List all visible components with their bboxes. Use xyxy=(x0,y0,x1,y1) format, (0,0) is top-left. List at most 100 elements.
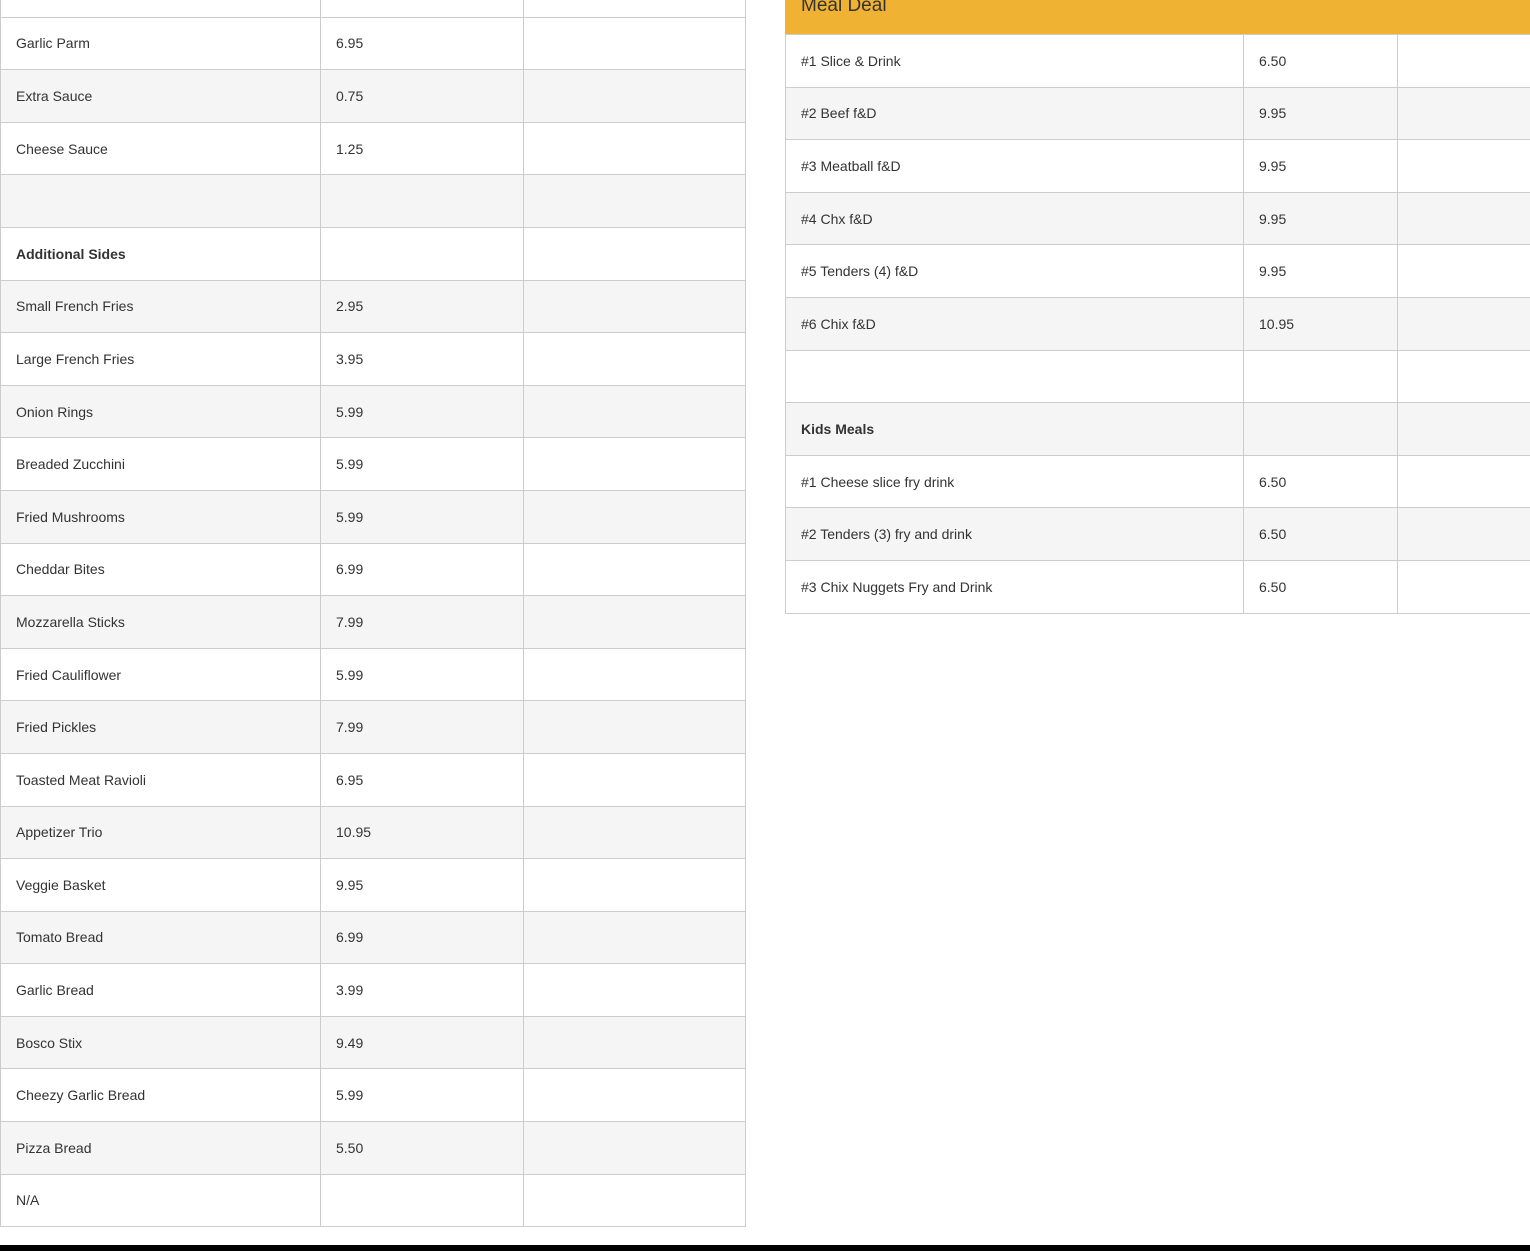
item-name-cell xyxy=(785,349,1244,404)
menu-item-row: Mozzarella Sticks 7.99 xyxy=(0,595,746,649)
item-price-cell: 5.99 xyxy=(320,384,524,439)
item-name-cell: #4 Chx f&D xyxy=(785,191,1244,246)
menu-item-row: Fried Pickles 7.99 xyxy=(0,700,746,754)
item-extra-cell xyxy=(523,1173,746,1228)
item-name-cell: Breaded Zucchini xyxy=(0,437,321,491)
item-price-cell: 0.75 xyxy=(320,69,524,123)
item-extra-cell xyxy=(523,332,746,386)
menu-item-row: #2 Beef f&D 9.95 xyxy=(785,86,1530,141)
menu-item-row: #5 Tenders (4) f&D 9.95 xyxy=(785,244,1530,298)
item-price-cell: 6.95 xyxy=(320,16,524,71)
item-name-cell: #1 Slice & Drink xyxy=(785,34,1244,88)
item-price-cell: 9.49 xyxy=(320,1015,524,1070)
item-extra-cell xyxy=(523,805,746,860)
menu-item-row xyxy=(0,174,746,228)
item-price-cell xyxy=(320,0,524,18)
item-name-cell: Onion Rings xyxy=(0,384,321,439)
item-price-cell: 7.99 xyxy=(320,700,524,754)
item-price-cell: 6.50 xyxy=(1243,559,1398,614)
item-extra-cell xyxy=(523,910,746,965)
item-price-cell: 10.95 xyxy=(1243,296,1398,351)
item-price-cell xyxy=(320,226,524,281)
item-extra-cell xyxy=(523,963,746,1017)
item-extra-cell xyxy=(1397,507,1530,561)
item-name-cell xyxy=(0,174,321,228)
item-price-cell: 3.95 xyxy=(320,332,524,386)
menu-item-row: #6 Chix f&D 10.95 xyxy=(785,296,1530,351)
menu-item-row: Large French Fries 3.95 xyxy=(0,332,746,386)
meal-deal-title: Meal Deal xyxy=(801,0,887,16)
item-extra-cell xyxy=(1397,296,1530,351)
menu-item-row: Garlic Parm 6.95 xyxy=(0,16,746,71)
item-name-cell: Small French Fries xyxy=(0,279,321,334)
item-price-cell: 6.50 xyxy=(1243,454,1398,509)
menu-item-row xyxy=(0,0,746,18)
item-name-cell: Toasted Meat Ravioli xyxy=(0,752,321,807)
item-price-cell: 9.95 xyxy=(1243,139,1398,193)
item-price-cell: 9.95 xyxy=(1243,244,1398,298)
menu-item-row: Small French Fries 2.95 xyxy=(0,279,746,334)
item-extra-cell xyxy=(523,489,746,544)
menu-item-row xyxy=(785,349,1530,404)
item-extra-cell xyxy=(523,700,746,754)
item-name-cell: Fried Mushrooms xyxy=(0,489,321,544)
menu-item-row: #1 Cheese slice fry drink 6.50 xyxy=(785,454,1530,509)
menu-item-row: Pizza Bread 5.50 xyxy=(0,1121,746,1175)
item-name-cell: #5 Tenders (4) f&D xyxy=(785,244,1244,298)
item-name-cell: N/A xyxy=(0,1173,321,1228)
sides-menu-table: Garlic Parm 6.95 Extra Sauce 0.75 Cheese Sau… xyxy=(0,0,746,1228)
item-extra-cell xyxy=(1397,402,1530,456)
item-extra-cell xyxy=(523,1015,746,1070)
item-name-cell: Extra Sauce xyxy=(0,69,321,123)
menu-item-row: Onion Rings 5.99 xyxy=(0,384,746,439)
menu-item-row: Bosco Stix 9.49 xyxy=(0,1015,746,1070)
item-price-cell: 6.99 xyxy=(320,542,524,597)
item-extra-cell xyxy=(523,752,746,807)
item-extra-cell xyxy=(523,121,746,176)
item-extra-cell xyxy=(523,0,746,18)
item-extra-cell xyxy=(1397,34,1530,88)
item-extra-cell xyxy=(1397,559,1530,614)
item-price-cell: 6.50 xyxy=(1243,507,1398,561)
item-name-cell: #6 Chix f&D xyxy=(785,296,1244,351)
item-name-cell: Tomato Bread xyxy=(0,910,321,965)
item-name-cell: #2 Tenders (3) fry and drink xyxy=(785,507,1244,561)
item-name-cell: Cheezy Garlic Bread xyxy=(0,1068,321,1123)
item-name-cell: Cheese Sauce xyxy=(0,121,321,176)
menu-item-row: #2 Tenders (3) fry and drink 6.50 xyxy=(785,507,1530,561)
item-name-cell xyxy=(0,0,321,18)
item-extra-cell xyxy=(523,595,746,649)
menu-item-row: Cheezy Garlic Bread 5.99 xyxy=(0,1068,746,1123)
item-name-cell: #3 Chix Nuggets Fry and Drink xyxy=(785,559,1244,614)
item-price-cell: 5.99 xyxy=(320,489,524,544)
section-header-row: Additional Sides xyxy=(0,226,746,281)
item-price-cell: 5.99 xyxy=(320,1068,524,1123)
item-extra-cell xyxy=(523,1121,746,1175)
item-name-cell: Mozzarella Sticks xyxy=(0,595,321,649)
item-extra-cell xyxy=(523,384,746,439)
item-price-cell: 3.99 xyxy=(320,963,524,1017)
item-extra-cell xyxy=(1397,244,1530,298)
item-name-cell: #1 Cheese slice fry drink xyxy=(785,454,1244,509)
item-price-cell: 9.95 xyxy=(1243,191,1398,246)
item-extra-cell xyxy=(1397,139,1530,193)
item-extra-cell xyxy=(1397,349,1530,404)
sides-menu-table-body: Garlic Parm 6.95 Extra Sauce 0.75 Cheese Sau… xyxy=(0,0,746,1228)
item-price-cell xyxy=(1243,349,1398,404)
menu-item-row: Fried Cauliflower 5.99 xyxy=(0,647,746,702)
item-price-cell: 6.99 xyxy=(320,910,524,965)
item-name-cell: Fried Pickles xyxy=(0,700,321,754)
item-price-cell: 7.99 xyxy=(320,595,524,649)
item-name-cell: Large French Fries xyxy=(0,332,321,386)
item-name-cell: Bosco Stix xyxy=(0,1015,321,1070)
section-header-row: Kids Meals xyxy=(785,402,1530,456)
item-extra-cell xyxy=(523,437,746,491)
item-price-cell: 5.99 xyxy=(320,647,524,702)
item-extra-cell xyxy=(1397,191,1530,246)
page-bottom-bar xyxy=(0,1245,1530,1251)
item-price-cell: 5.50 xyxy=(320,1121,524,1175)
item-name-cell: Veggie Basket xyxy=(0,858,321,912)
item-extra-cell xyxy=(523,647,746,702)
item-name-cell: Appetizer Trio xyxy=(0,805,321,860)
item-price-cell: 10.95 xyxy=(320,805,524,860)
